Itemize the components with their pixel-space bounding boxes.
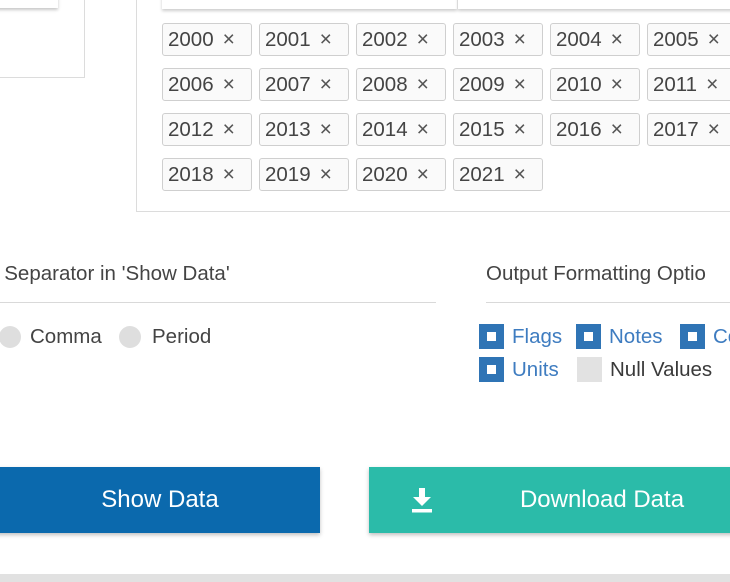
year-chip: 2007 ×: [259, 68, 349, 101]
year-chip: 2021 ×: [453, 158, 543, 191]
year-chip-label: 2000: [168, 27, 214, 51]
year-chip: 2001 ×: [259, 23, 349, 56]
remove-year-icon[interactable]: ×: [514, 119, 526, 140]
year-chip-label: 2017: [653, 117, 699, 141]
radio-comma[interactable]: [0, 326, 21, 348]
year-chip-label: 2014: [362, 117, 408, 141]
year-chip: 2013 ×: [259, 113, 349, 146]
checkbox-notes[interactable]: [576, 324, 601, 349]
remove-year-icon[interactable]: ×: [417, 164, 429, 185]
year-chip: 2011 ×: [647, 68, 730, 101]
year-chip: 2002 ×: [356, 23, 446, 56]
remove-year-icon[interactable]: ×: [223, 119, 235, 140]
year-chip-label: 2010: [556, 72, 602, 96]
year-chip: 2012 ×: [162, 113, 252, 146]
year-chip: 2006 ×: [162, 68, 252, 101]
remove-year-icon[interactable]: ×: [514, 74, 526, 95]
remove-year-icon[interactable]: ×: [611, 119, 623, 140]
show-data-button[interactable]: Show Data: [0, 467, 320, 533]
year-chip-label: 2008: [362, 72, 408, 96]
download-data-label: Download Data: [519, 486, 685, 513]
remove-year-icon[interactable]: ×: [417, 29, 429, 50]
year-chip-label: 2013: [265, 117, 311, 141]
checkbox-null-values-label[interactable]: Null Values: [610, 358, 712, 382]
year-chip-label: 2016: [556, 117, 602, 141]
checkbox-notes-label[interactable]: Notes: [609, 325, 663, 349]
left-dropdown-edge: [0, 0, 58, 8]
checkbox-codes-label[interactable]: Co: [713, 325, 730, 349]
year-chip-label: 2005: [653, 27, 699, 51]
radio-comma-label[interactable]: Comma: [30, 325, 102, 349]
year-chip: 2005 ×: [647, 23, 730, 56]
remove-year-icon[interactable]: ×: [223, 29, 235, 50]
left-panel: [0, 0, 85, 78]
year-chip-label: 2001: [265, 27, 311, 51]
remove-year-icon[interactable]: ×: [708, 29, 720, 50]
remove-year-icon[interactable]: ×: [514, 29, 526, 50]
remove-year-icon[interactable]: ×: [611, 29, 623, 50]
radio-period[interactable]: [119, 326, 141, 348]
year-chip-list: 2000 × 2001 × 2002 × 2003 × 2004 × 2005 × 2006 × 2007 ×…: [162, 23, 730, 191]
year-chip-label: 2020: [362, 162, 408, 186]
year-chip-label: 2002: [362, 27, 408, 51]
year-chip-label: 2015: [459, 117, 505, 141]
year-chip-label: 2004: [556, 27, 602, 51]
download-data-button[interactable]: Download Data: [369, 467, 730, 533]
page-bottom-divider: [0, 574, 730, 582]
remove-year-icon[interactable]: ×: [223, 164, 235, 185]
checkbox-flags[interactable]: [479, 324, 504, 349]
year-chip-label: 2018: [168, 162, 214, 186]
remove-year-icon[interactable]: ×: [320, 29, 332, 50]
year-chip: 2014 ×: [356, 113, 446, 146]
year-chip-label: 2003: [459, 27, 505, 51]
year-chip: 2009 ×: [453, 68, 543, 101]
year-chip: 2020 ×: [356, 158, 446, 191]
year-chip: 2017 ×: [647, 113, 730, 146]
separator-title: l Separator in 'Show Data': [0, 262, 230, 285]
year-chip-label: 2011: [653, 72, 698, 96]
year-chip: 2008 ×: [356, 68, 446, 101]
checkbox-null-values[interactable]: [577, 357, 602, 382]
remove-year-icon[interactable]: ×: [320, 74, 332, 95]
year-chip: 2003 ×: [453, 23, 543, 56]
year-chip: 2019 ×: [259, 158, 349, 191]
year-chip: 2015 ×: [453, 113, 543, 146]
year-chip-label: 2009: [459, 72, 505, 96]
download-icon: [412, 488, 432, 513]
year-chip-label: 2021: [459, 162, 505, 186]
year-dropdown-edge: [162, 0, 457, 9]
remove-year-icon[interactable]: ×: [417, 119, 429, 140]
show-data-label: Show Data: [101, 486, 219, 513]
remove-year-icon[interactable]: ×: [320, 119, 332, 140]
year-chip-label: 2007: [265, 72, 311, 96]
checkbox-units[interactable]: [479, 357, 504, 382]
year-chip-label: 2006: [168, 72, 214, 96]
year-chip-label: 2012: [168, 117, 214, 141]
remove-year-icon[interactable]: ×: [611, 74, 623, 95]
checkbox-codes[interactable]: [680, 324, 705, 349]
output-formatting-divider: [486, 302, 730, 303]
remove-year-icon[interactable]: ×: [417, 74, 429, 95]
remove-year-icon[interactable]: ×: [320, 164, 332, 185]
year-chip: 2016 ×: [550, 113, 640, 146]
output-formatting-title: Output Formatting Optio: [486, 262, 706, 285]
separator-divider: [0, 302, 436, 303]
checkbox-units-label[interactable]: Units: [512, 358, 559, 382]
year-chip: 2004 ×: [550, 23, 640, 56]
remove-year-icon[interactable]: ×: [708, 119, 720, 140]
remove-year-icon[interactable]: ×: [514, 164, 526, 185]
year-chip-label: 2019: [265, 162, 311, 186]
radio-period-label[interactable]: Period: [152, 325, 211, 349]
year-chip: 2018 ×: [162, 158, 252, 191]
checkbox-flags-label[interactable]: Flags: [512, 325, 562, 349]
remove-year-icon[interactable]: ×: [223, 74, 235, 95]
year-chip: 2000 ×: [162, 23, 252, 56]
year-chip: 2010 ×: [550, 68, 640, 101]
remove-year-icon[interactable]: ×: [706, 74, 718, 95]
year-dropdown-edge-right: [458, 0, 730, 9]
